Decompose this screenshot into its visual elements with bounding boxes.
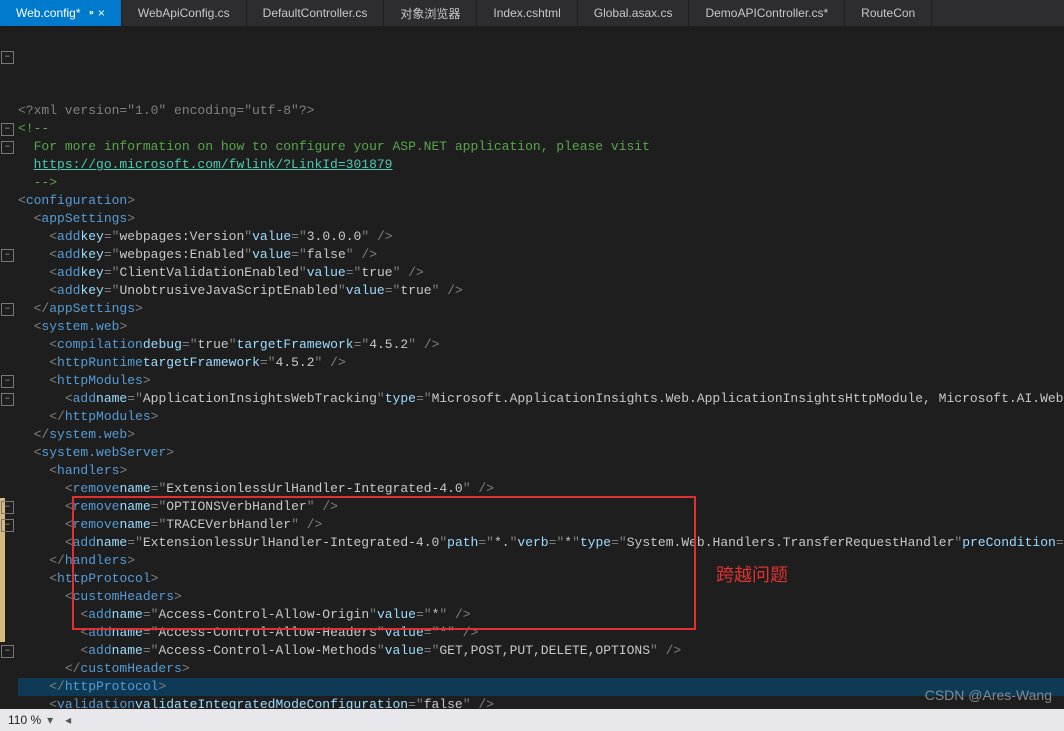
tab-bar: Web.config* ⁍ ×WebApiConfig.csDefaultCon… [0, 0, 1064, 26]
code-line[interactable]: <?xml version="1.0" encoding="utf-8"?> [18, 102, 1064, 120]
code-view[interactable]: 跨越问题 <?xml version="1.0" encoding="utf-8… [14, 26, 1064, 709]
status-bar: 110 % ▾ ◂ [0, 709, 1064, 731]
code-line[interactable]: <add name="Access-Control-Allow-Methods"… [18, 642, 1064, 660]
pin-close-icon[interactable]: ⁍ × [88, 6, 104, 20]
zoom-level[interactable]: 110 % [8, 713, 41, 727]
doc-link[interactable]: https://go.microsoft.com/fwlink/?LinkId=… [34, 156, 393, 174]
code-line[interactable]: </httpProtocol> [18, 678, 1064, 696]
tab-7[interactable]: RouteCon [845, 0, 932, 26]
editor-area: − − − − − − − − − − 跨越问题 <?xml version="1.0" enco… [0, 26, 1064, 709]
code-line[interactable]: For more information on how to configure… [18, 138, 1064, 156]
fold-toggle[interactable]: − [1, 51, 14, 64]
code-line[interactable]: <add name="ExtensionlessUrlHandler-Integ… [18, 534, 1064, 552]
tab-1[interactable]: WebApiConfig.cs [122, 0, 247, 26]
code-line[interactable]: <add name="ApplicationInsightsWebTrackin… [18, 390, 1064, 408]
code-line[interactable]: <remove name="OPTIONSVerbHandler" /> [18, 498, 1064, 516]
code-line[interactable]: <add key="webpages:Version" value="3.0.0… [18, 228, 1064, 246]
visual-studio-window: Web.config* ⁍ ×WebApiConfig.csDefaultCon… [0, 0, 1064, 731]
h-scroll-left-icon[interactable]: ◂ [59, 713, 77, 727]
code-line[interactable]: </customHeaders> [18, 660, 1064, 678]
code-line[interactable]: <customHeaders> [18, 588, 1064, 606]
code-line[interactable]: <add key="webpages:Enabled" value="false… [18, 246, 1064, 264]
tab-2[interactable]: DefaultController.cs [247, 0, 385, 26]
annotation-text: 跨越问题 [716, 566, 788, 584]
code-line[interactable]: <system.webServer> [18, 444, 1064, 462]
fold-toggle[interactable]: − [1, 393, 14, 406]
tab-5[interactable]: Global.asax.cs [578, 0, 690, 26]
code-line[interactable]: </handlers> [18, 552, 1064, 570]
code-line[interactable]: <add name="Access-Control-Allow-Headers"… [18, 624, 1064, 642]
code-line[interactable]: </system.web> [18, 426, 1064, 444]
code-line[interactable]: <remove name="TRACEVerbHandler" /> [18, 516, 1064, 534]
code-line[interactable]: <httpModules> [18, 372, 1064, 390]
code-line[interactable]: <compilation debug="true" targetFramewor… [18, 336, 1064, 354]
zoom-dropdown-icon[interactable]: ▾ [41, 713, 59, 727]
watermark: CSDN @Ares-Wang [925, 687, 1052, 703]
fold-toggle[interactable]: − [1, 375, 14, 388]
outline-gutter: − − − − − − − − − − [0, 26, 14, 709]
code-line[interactable]: </httpModules> [18, 408, 1064, 426]
code-line[interactable]: <add name="Access-Control-Allow-Origin" … [18, 606, 1064, 624]
tab-6[interactable]: DemoAPIController.cs* [689, 0, 845, 26]
code-line[interactable]: <configuration> [18, 192, 1064, 210]
fold-toggle[interactable]: − [1, 501, 14, 514]
tab-4[interactable]: Index.cshtml [477, 0, 577, 26]
code-line[interactable]: <add key="ClientValidationEnabled" value… [18, 264, 1064, 282]
code-line[interactable]: <httpRuntime targetFramework="4.5.2" /> [18, 354, 1064, 372]
fold-toggle[interactable]: − [1, 645, 14, 658]
fold-toggle[interactable]: − [1, 303, 14, 316]
code-line[interactable]: <add key="UnobtrusiveJavaScriptEnabled" … [18, 282, 1064, 300]
fold-toggle[interactable]: − [1, 141, 14, 154]
tab-3[interactable]: 对象浏览器 [384, 0, 477, 26]
code-line[interactable]: <appSettings> [18, 210, 1064, 228]
code-line[interactable]: <system.web> [18, 318, 1064, 336]
fold-toggle[interactable]: − [1, 123, 14, 136]
code-line[interactable]: https://go.microsoft.com/fwlink/?LinkId=… [18, 156, 1064, 174]
code-line[interactable]: <validation validateIntegratedModeConfig… [18, 696, 1064, 709]
fold-toggle[interactable]: − [1, 249, 14, 262]
fold-toggle[interactable]: − [1, 519, 14, 532]
code-line[interactable]: <httpProtocol> [18, 570, 1064, 588]
code-line[interactable]: <remove name="ExtensionlessUrlHandler-In… [18, 480, 1064, 498]
code-line[interactable]: </appSettings> [18, 300, 1064, 318]
code-line[interactable]: <!-- [18, 120, 1064, 138]
code-line[interactable]: <handlers> [18, 462, 1064, 480]
tab-0[interactable]: Web.config* ⁍ × [0, 0, 122, 26]
code-line[interactable]: --> [18, 174, 1064, 192]
